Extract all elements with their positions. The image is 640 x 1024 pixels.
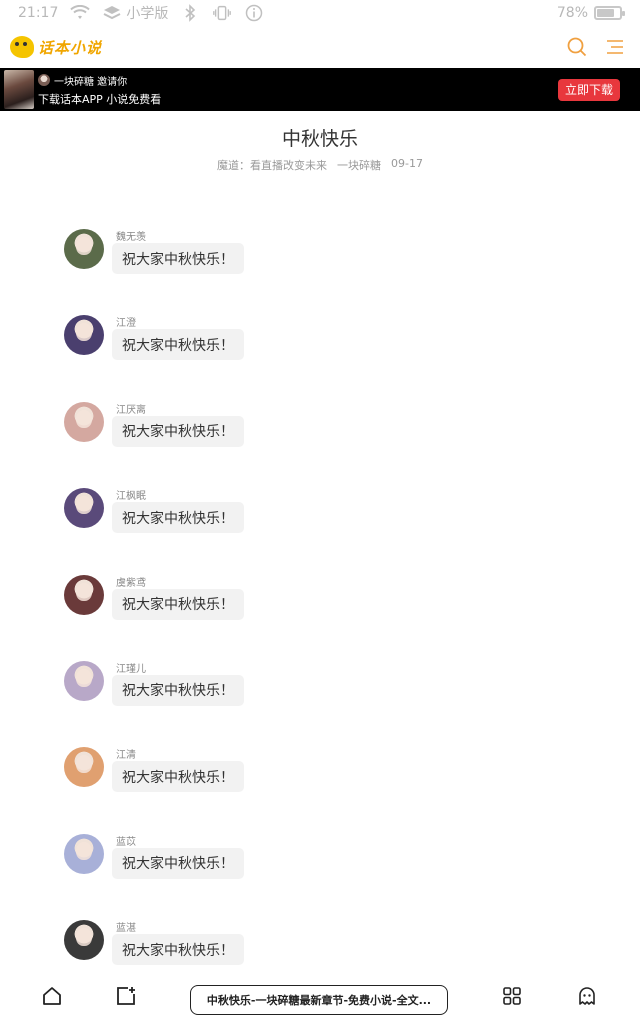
avatar bbox=[64, 920, 104, 961]
message-bubble: 祝大家中秋快乐！ bbox=[112, 588, 244, 620]
message-bubble: 祝大家中秋快乐！ bbox=[112, 674, 244, 706]
message-bubble: 祝大家中秋快乐！ bbox=[112, 847, 244, 879]
sender-name: 江清 bbox=[116, 750, 136, 762]
logo-icon bbox=[10, 36, 34, 58]
avatar bbox=[64, 229, 104, 269]
apps-icon[interactable] bbox=[500, 984, 524, 1008]
list-item: 江清 祝大家中秋快乐！ bbox=[64, 744, 584, 830]
message-bubble: 祝大家中秋快乐！ bbox=[112, 761, 244, 793]
sender-name: 蓝苡 bbox=[116, 836, 136, 848]
avatar bbox=[64, 574, 104, 615]
battery-percent: 78% bbox=[556, 5, 588, 21]
battery-icon bbox=[594, 6, 625, 20]
banner-tagline: 下载话本APP 小说免费看 bbox=[38, 92, 162, 106]
message-list: 魏无羡 祝大家中秋快乐！ 江澄 祝大家中秋快乐！ 江厌离 祝大家中秋快乐！ 江枫… bbox=[64, 226, 584, 1004]
list-item: 虞紫鸢 祝大家中秋快乐！ bbox=[64, 572, 584, 658]
app-header: 话本小说 bbox=[0, 26, 640, 68]
sender-name: 江枫眠 bbox=[116, 491, 146, 503]
chapter-title: 中秋快乐 bbox=[281, 128, 358, 150]
book-cover-image bbox=[4, 70, 34, 109]
mode-label: 小学版 bbox=[126, 6, 169, 22]
avatar bbox=[64, 747, 104, 788]
sender-name: 江瑾儿 bbox=[116, 663, 146, 675]
layers-icon bbox=[102, 3, 122, 23]
sender-name: 江澄 bbox=[116, 318, 136, 330]
logo-text: 话本小说 bbox=[38, 38, 103, 57]
sender-name: 魏无羡 bbox=[116, 232, 146, 243]
publish-date: 09-17 bbox=[391, 157, 423, 170]
message-bubble: 祝大家中秋快乐！ bbox=[112, 243, 244, 274]
avatar bbox=[64, 660, 104, 701]
wifi-icon bbox=[70, 3, 91, 23]
inviter-row: 一块碎糖 邀请你 bbox=[38, 73, 161, 88]
avatar bbox=[64, 488, 104, 529]
status-time: 21:17 bbox=[18, 5, 59, 21]
author-name[interactable]: 一块碎糖 bbox=[337, 157, 381, 173]
avatar bbox=[64, 315, 104, 356]
avatar bbox=[64, 833, 104, 874]
home-icon[interactable] bbox=[40, 984, 64, 1008]
chapter-meta: 魔道：看直播改变未来 一块碎糖 09-17 bbox=[0, 157, 640, 173]
list-item: 蓝苡 祝大家中秋快乐！ bbox=[64, 831, 584, 917]
download-banner[interactable]: 一块碎糖 邀请你 下载话本APP 小说免费看 立即下载 bbox=[0, 68, 640, 111]
message-bubble: 祝大家中秋快乐！ bbox=[112, 415, 244, 447]
sender-name: 蓝湛 bbox=[116, 923, 136, 935]
ghost-icon[interactable] bbox=[575, 984, 599, 1008]
app-logo[interactable]: 话本小说 bbox=[10, 36, 102, 58]
sender-name: 虞紫鸢 bbox=[116, 577, 146, 589]
search-icon[interactable] bbox=[566, 36, 588, 58]
page-title-bar[interactable]: 中秋快乐-一块碎糖最新章节-免费小说-全文... bbox=[190, 985, 448, 1015]
inviter-avatar bbox=[38, 74, 50, 86]
menu-icon[interactable] bbox=[604, 36, 626, 58]
list-item: 江厌离 祝大家中秋快乐！ bbox=[64, 399, 584, 485]
bluetooth-icon bbox=[180, 3, 200, 23]
list-item: 江瑾儿 祝大家中秋快乐！ bbox=[64, 658, 584, 744]
bottom-nav: 中秋快乐-一块碎糖最新章节-免费小说-全文... bbox=[0, 970, 640, 1024]
list-item: 魏无羡 祝大家中秋快乐！ bbox=[64, 226, 584, 312]
message-bubble: 祝大家中秋快乐！ bbox=[112, 329, 244, 361]
download-button[interactable]: 立即下载 bbox=[558, 78, 620, 101]
list-item: 江澄 祝大家中秋快乐！ bbox=[64, 312, 584, 398]
inviter-text: 一块碎糖 邀请你 bbox=[54, 76, 128, 88]
info-icon bbox=[244, 3, 264, 23]
message-bubble: 祝大家中秋快乐！ bbox=[112, 502, 244, 534]
tabs-icon[interactable] bbox=[114, 984, 138, 1008]
sender-name: 江厌离 bbox=[116, 404, 146, 416]
book-name[interactable]: 魔道：看直播改变未来 bbox=[217, 157, 327, 173]
status-bar: 21:17 小学版 78% bbox=[0, 0, 640, 26]
avatar bbox=[64, 401, 104, 442]
list-item: 江枫眠 祝大家中秋快乐！ bbox=[64, 485, 584, 571]
message-bubble: 祝大家中秋快乐！ bbox=[112, 934, 244, 966]
vibrate-icon bbox=[212, 3, 232, 23]
